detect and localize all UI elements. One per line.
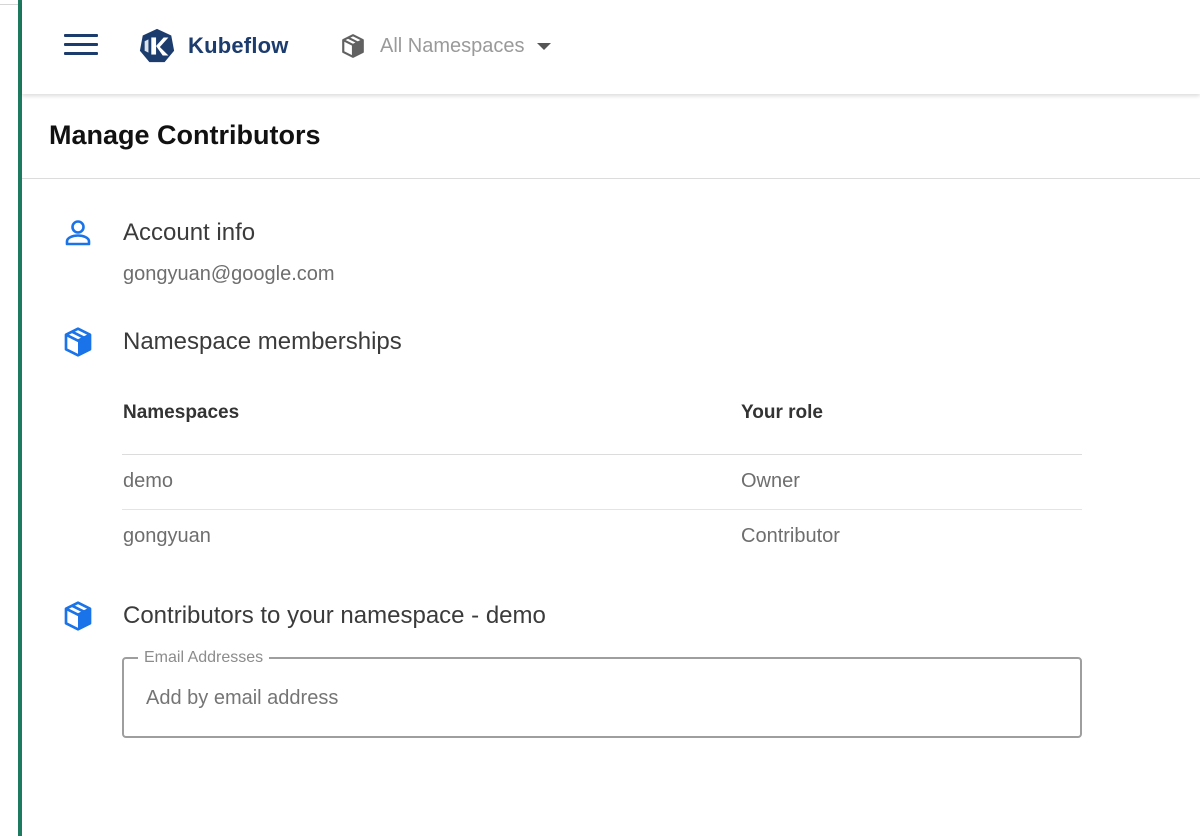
- package-icon: [342, 34, 364, 58]
- person-icon: [65, 220, 91, 246]
- app-container: Kubeflow All Namespaces Manage Contribut…: [22, 0, 1200, 836]
- table-row: gongyuan Contributor: [122, 510, 1082, 565]
- namespace-selector-label: All Namespaces: [380, 34, 525, 57]
- namespace-cell: demo: [123, 470, 174, 492]
- role-cell: Contributor: [741, 525, 840, 547]
- email-field-label: Email Addresses: [138, 649, 270, 667]
- account-email: gongyuan@google.com: [123, 263, 335, 285]
- account-info-heading: Account info: [123, 219, 256, 246]
- menu-line: [64, 52, 98, 55]
- role-cell: Owner: [741, 470, 800, 492]
- menu-line: [64, 43, 98, 46]
- page-title-bar: Manage Contributors: [22, 94, 1200, 179]
- kubeflow-logo[interactable]: Kubeflow: [138, 26, 289, 66]
- namespace-selector[interactable]: All Namespaces: [340, 30, 551, 62]
- package-icon: [64, 601, 92, 631]
- contributors-heading: Contributors to your namespace - demo: [123, 602, 546, 629]
- left-window-strip: [0, 0, 20, 836]
- package-icon: [64, 327, 92, 357]
- menu-line: [64, 34, 98, 37]
- hamburger-menu-icon[interactable]: [64, 32, 98, 58]
- top-bar: Kubeflow All Namespaces: [22, 0, 1200, 94]
- namespace-cell: gongyuan: [123, 525, 211, 547]
- chevron-down-icon: [536, 42, 551, 50]
- page-title: Manage Contributors: [49, 120, 321, 150]
- email-input[interactable]: [146, 683, 1046, 713]
- app-name: Kubeflow: [188, 33, 289, 58]
- kubeflow-logo-icon: [139, 28, 175, 63]
- namespace-memberships-heading: Namespace memberships: [123, 328, 402, 355]
- column-header-namespaces: Namespaces: [123, 402, 240, 423]
- table-row: demo Owner: [122, 455, 1082, 510]
- column-header-role: Your role: [741, 402, 823, 423]
- left-strip-tick: [0, 4, 18, 5]
- email-addresses-field[interactable]: Email Addresses: [122, 649, 1082, 738]
